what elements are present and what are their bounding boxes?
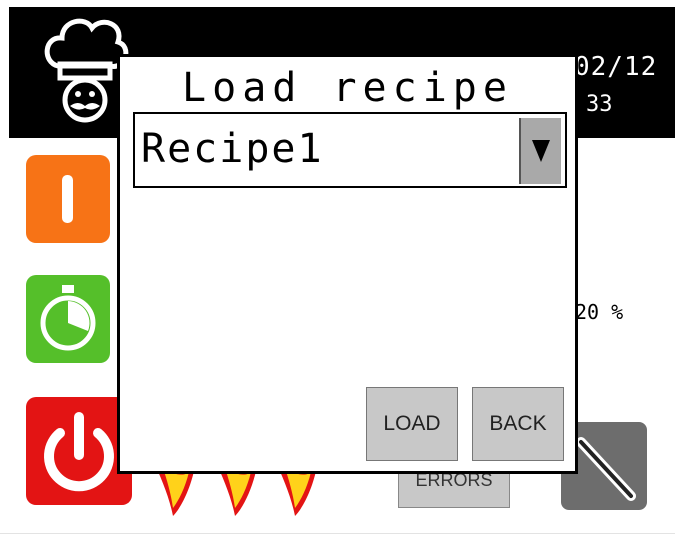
- footer-divider: [0, 533, 675, 534]
- timer-button[interactable]: [26, 275, 110, 363]
- header-time: 33: [586, 92, 613, 117]
- triangle-down-icon: [532, 140, 550, 162]
- power-percent: 20 %: [575, 300, 624, 324]
- dialog-title: Load recipe: [182, 65, 513, 111]
- load-recipe-dialog: Load recipe Recipe1 LOAD BACK: [117, 54, 578, 474]
- header-date: 02/12: [574, 52, 658, 82]
- thermometer-icon: [62, 175, 73, 223]
- recipe-select[interactable]: Recipe1: [133, 112, 567, 188]
- selected-recipe: Recipe1: [141, 126, 324, 172]
- load-button[interactable]: LOAD: [366, 387, 458, 461]
- dropdown-button[interactable]: [519, 118, 561, 184]
- stopwatch-icon: [40, 285, 96, 351]
- back-button[interactable]: BACK: [472, 387, 564, 461]
- temperature-button[interactable]: [26, 155, 110, 243]
